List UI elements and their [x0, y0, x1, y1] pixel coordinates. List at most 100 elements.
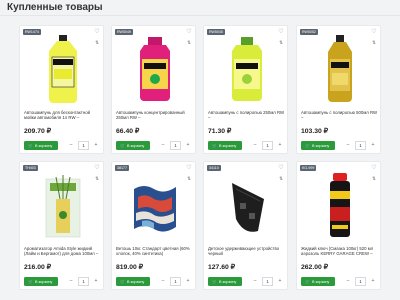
- quantity-decrease-button[interactable]: –: [344, 141, 352, 150]
- quantity-input[interactable]: 1: [78, 141, 89, 150]
- quantity-input[interactable]: 1: [355, 141, 366, 150]
- sku-badge: 34110: [207, 165, 221, 171]
- product-card[interactable]: TH403 ♡ ⇅ Ароматизатор Amida Style жидки…: [19, 161, 104, 290]
- quantity-input[interactable]: 1: [170, 141, 181, 150]
- add-to-cart-button[interactable]: 🛒 В корзину: [208, 141, 242, 150]
- product-name[interactable]: Ветошь 10кг. Стандарт цветная (60% хлопо…: [116, 246, 194, 257]
- product-name[interactable]: Автошампунь для бесконтактной мойки авто…: [24, 110, 102, 121]
- product-price: 216.00 ₽: [24, 264, 52, 271]
- product-image[interactable]: [38, 33, 88, 105]
- product-card[interactable]: 38177 ♡ ⇅ Ветошь 10кг. Стандарт цветная …: [111, 161, 196, 290]
- quantity-stepper[interactable]: – 1 +: [67, 141, 100, 150]
- quantity-decrease-button[interactable]: –: [344, 277, 352, 286]
- product-name[interactable]: Автошампунь с полиролью 500мл RW –: [301, 110, 379, 121]
- add-to-cart-button[interactable]: 🛒 В корзину: [24, 277, 58, 286]
- product-price: 209.70 ₽: [24, 128, 52, 135]
- quantity-input[interactable]: 1: [170, 277, 181, 286]
- cart-icon: 🛒: [28, 279, 33, 284]
- quantity-input[interactable]: 1: [262, 141, 273, 150]
- product-image[interactable]: [130, 169, 180, 241]
- add-to-cart-button[interactable]: 🛒 В корзину: [116, 141, 150, 150]
- product-image[interactable]: [130, 33, 180, 105]
- favorite-icon[interactable]: ♡: [94, 29, 100, 35]
- quantity-input[interactable]: 1: [355, 277, 366, 286]
- product-card[interactable]: KG-999 ♡ ⇅ Жидкий ключ (Смазка 100кг) 52…: [296, 161, 381, 290]
- quantity-decrease-button[interactable]: –: [159, 141, 167, 150]
- compare-icon[interactable]: ⇅: [371, 40, 377, 46]
- quantity-increase-button[interactable]: +: [369, 277, 377, 286]
- sku-badge: TH403: [23, 165, 38, 171]
- compare-icon[interactable]: ⇅: [371, 176, 377, 182]
- product-card[interactable]: RW1474 ♡ ⇅ Автошампунь для бесконтактной…: [19, 25, 104, 154]
- quantity-decrease-button[interactable]: –: [67, 141, 75, 150]
- sku-badge: KG-999: [300, 165, 317, 171]
- product-image[interactable]: [222, 169, 272, 241]
- add-to-cart-button[interactable]: 🛒 В корзину: [24, 141, 58, 150]
- cart-icon: 🛒: [28, 143, 33, 148]
- sku-badge: 38177: [115, 165, 129, 171]
- product-name[interactable]: Ароматизатор Amida Style жидкий (Лайм и …: [24, 246, 102, 257]
- quantity-stepper[interactable]: – 1 +: [251, 141, 284, 150]
- title-divider: [0, 15, 400, 16]
- product-card[interactable]: 34110 ♡ ⇅ Детское удерживающее устройств…: [203, 161, 288, 290]
- quantity-increase-button[interactable]: +: [276, 277, 284, 286]
- compare-icon[interactable]: ⇅: [278, 176, 284, 182]
- cart-icon: 🛒: [120, 143, 125, 148]
- quantity-decrease-button[interactable]: –: [67, 277, 75, 286]
- quantity-increase-button[interactable]: +: [184, 141, 192, 150]
- add-to-cart-button[interactable]: 🛒 В корзину: [116, 277, 150, 286]
- compare-icon[interactable]: ⇅: [94, 176, 100, 182]
- product-price: 103.30 ₽: [301, 128, 329, 135]
- add-to-cart-button[interactable]: 🛒 В корзину: [301, 277, 335, 286]
- add-to-cart-button[interactable]: 🛒 В корзину: [208, 277, 242, 286]
- product-name[interactable]: Автошампунь концентрированный 250мл RW –: [116, 110, 194, 121]
- compare-icon[interactable]: ⇅: [186, 176, 192, 182]
- add-to-cart-label: В корзину: [311, 144, 330, 148]
- quantity-stepper[interactable]: – 1 +: [344, 277, 377, 286]
- favorite-icon[interactable]: ♡: [186, 165, 192, 171]
- quantity-stepper[interactable]: – 1 +: [344, 141, 377, 150]
- product-price: 819.00 ₽: [116, 264, 144, 271]
- favorite-icon[interactable]: ♡: [278, 165, 284, 171]
- favorite-icon[interactable]: ♡: [278, 29, 284, 35]
- product-card[interactable]: RW5045 ♡ ⇅ Автошампунь с полиролью 250мл…: [203, 25, 288, 154]
- quantity-decrease-button[interactable]: –: [251, 277, 259, 286]
- compare-icon[interactable]: ⇅: [278, 40, 284, 46]
- add-to-cart-label: В корзину: [218, 144, 237, 148]
- quantity-stepper[interactable]: – 1 +: [67, 277, 100, 286]
- product-card[interactable]: RW5052 ♡ ⇅ Автошампунь с полиролью 500мл…: [296, 25, 381, 154]
- favorite-icon[interactable]: ♡: [186, 29, 192, 35]
- quantity-increase-button[interactable]: +: [184, 277, 192, 286]
- quantity-decrease-button[interactable]: –: [159, 277, 167, 286]
- quantity-increase-button[interactable]: +: [369, 141, 377, 150]
- add-to-cart-label: В корзину: [126, 280, 145, 284]
- product-image[interactable]: [222, 33, 272, 105]
- compare-icon[interactable]: ⇅: [94, 40, 100, 46]
- add-to-cart-button[interactable]: 🛒 В корзину: [301, 141, 335, 150]
- product-image[interactable]: [315, 169, 365, 241]
- add-to-cart-label: В корзину: [126, 144, 145, 148]
- quantity-stepper[interactable]: – 1 +: [159, 277, 192, 286]
- compare-icon[interactable]: ⇅: [186, 40, 192, 46]
- favorite-icon[interactable]: ♡: [371, 29, 377, 35]
- quantity-input[interactable]: 1: [78, 277, 89, 286]
- cart-icon: 🛒: [212, 143, 217, 148]
- product-image[interactable]: [38, 169, 88, 241]
- add-to-cart-label: В корзину: [34, 144, 53, 148]
- quantity-stepper[interactable]: – 1 +: [251, 277, 284, 286]
- product-name[interactable]: Жидкий ключ (Смазка 100кг) 520 мл аэрозо…: [301, 246, 379, 257]
- product-name[interactable]: Детское удерживающее устройство черный: [208, 246, 286, 257]
- product-price: 262.00 ₽: [301, 264, 329, 271]
- product-card[interactable]: RW5049 ♡ ⇅ Автошампунь концентрированный…: [111, 25, 196, 154]
- favorite-icon[interactable]: ♡: [94, 165, 100, 171]
- quantity-increase-button[interactable]: +: [92, 141, 100, 150]
- favorite-icon[interactable]: ♡: [371, 165, 377, 171]
- product-name[interactable]: Автошампунь с полиролью 250мл RW –: [208, 110, 286, 121]
- quantity-increase-button[interactable]: +: [276, 141, 284, 150]
- add-to-cart-label: В корзину: [311, 280, 330, 284]
- quantity-stepper[interactable]: – 1 +: [159, 141, 192, 150]
- quantity-decrease-button[interactable]: –: [251, 141, 259, 150]
- quantity-increase-button[interactable]: +: [92, 277, 100, 286]
- product-image[interactable]: [315, 33, 365, 105]
- quantity-input[interactable]: 1: [262, 277, 273, 286]
